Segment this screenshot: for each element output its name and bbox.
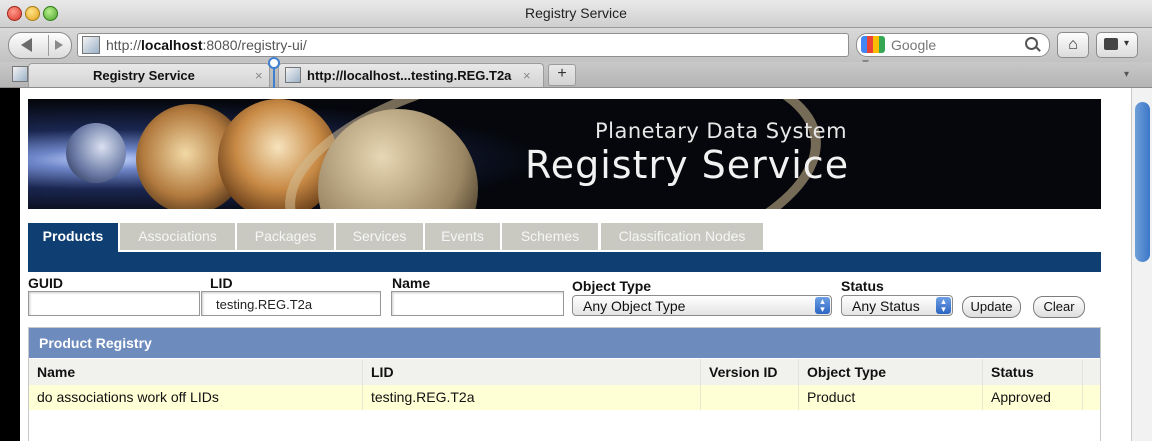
back-icon[interactable] (21, 38, 32, 52)
close-icon[interactable]: × (255, 68, 263, 83)
column-header-object-type[interactable]: Object Type (799, 359, 983, 385)
vertical-scrollbar[interactable] (1131, 88, 1152, 441)
cell-name: do associations work off LIDs (29, 385, 363, 410)
tab-label: Registry Service (93, 68, 195, 83)
column-header-version-id[interactable]: Version ID (701, 359, 799, 385)
new-tab-button[interactable]: + (548, 64, 576, 86)
window-title: Registry Service (525, 5, 627, 21)
favicon-icon (285, 67, 301, 83)
close-icon[interactable]: × (523, 68, 531, 83)
guid-input[interactable] (28, 291, 200, 316)
object-type-value: Any Object Type (583, 298, 686, 314)
tab-events[interactable]: Events (425, 223, 500, 250)
product-registry-panel: Product Registry Name LID Version ID Obj… (28, 327, 1101, 441)
chevron-down-icon[interactable]: ▾ (1124, 69, 1129, 80)
search-placeholder: Google (891, 37, 937, 53)
status-select[interactable]: Any Status ▴ ▾ (841, 295, 953, 316)
browser-tab-bar: Registry Service × http://localhost...te… (0, 62, 1152, 88)
planet-image (66, 123, 126, 183)
object-type-label: Object Type (572, 278, 652, 294)
browser-tab-search[interactable]: http://localhost...testing.REG.T2a × (278, 63, 544, 87)
cell-version-id (701, 385, 799, 410)
address-url[interactable]: http://localhost:8080/registry-ui/ (106, 37, 307, 53)
forward-icon[interactable] (55, 40, 63, 50)
url-prefix: http:// (106, 37, 142, 53)
cell-lid: testing.REG.T2a (363, 385, 701, 410)
navigation-toolbar: http://localhost:8080/registry-ui/ ☆ ▾ C… (0, 28, 1152, 70)
lid-label: LID (210, 275, 233, 291)
tab-packages[interactable]: Packages (237, 223, 334, 250)
tab-associations[interactable]: Associations (120, 223, 235, 250)
url-rest: :8080/registry-ui/ (202, 37, 307, 53)
home-icon[interactable]: ⌂ (1057, 32, 1089, 58)
table-header: Name LID Version ID Object Type Status (29, 359, 1100, 386)
status-value: Any Status (852, 298, 920, 314)
column-header-lid[interactable]: LID (363, 359, 701, 385)
search-bar[interactable]: Google (856, 33, 1050, 57)
chevron-updown-icon: ▴ ▾ (815, 297, 830, 314)
name-label: Name (392, 275, 431, 291)
tab-services[interactable]: Services (336, 223, 423, 250)
header-banner: Planetary Data System Registry Service (28, 99, 1101, 209)
lid-input[interactable]: testing.REG.T2a (201, 291, 381, 316)
column-header-status[interactable]: Status (983, 359, 1083, 385)
column-header-name[interactable]: Name (29, 359, 363, 385)
status-label: Status (841, 278, 884, 294)
divider (48, 35, 49, 56)
guid-label: GUID (28, 275, 63, 291)
tab-label: http://localhost...testing.REG.T2a (307, 68, 512, 83)
extension-icon[interactable]: ▾ (1096, 32, 1138, 58)
object-type-select[interactable]: Any Object Type ▴ ▾ (572, 295, 832, 316)
chevron-down-icon: ▾ (1124, 38, 1130, 49)
panel-title: Product Registry (29, 328, 1100, 358)
chevron-updown-icon: ▴ ▾ (936, 297, 951, 314)
extension-square (1104, 38, 1118, 50)
favicon-icon (82, 36, 100, 54)
clear-button[interactable]: Clear (1033, 296, 1085, 318)
search-icon[interactable] (1025, 37, 1038, 50)
window-title-bar: Registry Service (0, 0, 1152, 28)
tab-classification-nodes[interactable]: Classification Nodes (601, 223, 763, 250)
cell-object-type: Product (799, 385, 983, 410)
table-row[interactable]: do associations work off LIDs testing.RE… (29, 385, 1100, 410)
address-bar[interactable]: http://localhost:8080/registry-ui/ ☆ ▾ C (77, 33, 914, 70)
google-icon[interactable] (861, 36, 885, 53)
banner-subtitle: Planetary Data System (595, 119, 848, 143)
update-button[interactable]: Update (962, 296, 1021, 318)
back-forward-group (8, 32, 72, 59)
cell-status: Approved (983, 385, 1083, 410)
tab-products[interactable]: Products (28, 223, 118, 253)
scrollbar-thumb[interactable] (1135, 102, 1150, 262)
name-input[interactable] (391, 291, 564, 316)
app-tab-bar: Products Associations Packages Services … (28, 223, 1101, 253)
page-left-edge (0, 88, 20, 441)
url-host: localhost (141, 37, 203, 53)
tab-underline-bar (28, 252, 1101, 272)
banner-title: Registry Service (525, 143, 850, 187)
browser-tab-registry[interactable]: Registry Service × (28, 63, 270, 87)
favicon-icon (12, 66, 28, 82)
tab-schemes[interactable]: Schemes (502, 223, 598, 250)
